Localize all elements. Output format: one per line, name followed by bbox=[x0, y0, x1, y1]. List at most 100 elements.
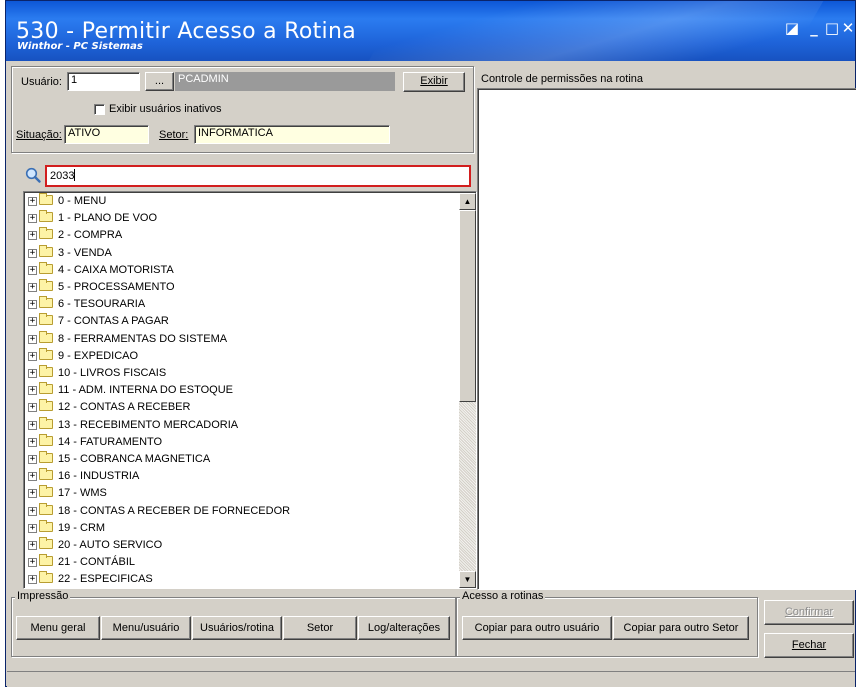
tree-item[interactable]: +8 - FERRAMENTAS DO SISTEMA bbox=[28, 330, 228, 346]
tree-item[interactable]: +7 - CONTAS A PAGAR bbox=[28, 313, 169, 328]
folder-icon bbox=[39, 210, 53, 223]
status-bar bbox=[7, 671, 855, 687]
close-icon[interactable]: ✕ bbox=[840, 21, 855, 36]
expand-icon[interactable]: + bbox=[28, 541, 37, 550]
user-lookup-button[interactable]: ... bbox=[145, 72, 174, 91]
tree-item-label: 16 - INDUSTRIA bbox=[58, 470, 140, 483]
tree-item[interactable]: +16 - INDUSTRIA bbox=[28, 468, 140, 483]
scroll-down-icon[interactable]: ▼ bbox=[459, 571, 476, 588]
user-code-field[interactable]: 1 bbox=[67, 72, 140, 91]
permissions-panel[interactable] bbox=[477, 88, 856, 590]
expand-icon[interactable]: + bbox=[28, 455, 37, 464]
tree-item[interactable]: +15 - COBRANCA MAGNETICA bbox=[28, 451, 211, 466]
tree-item[interactable]: +6 - TESOURARIA bbox=[28, 296, 145, 311]
scroll-up-icon[interactable]: ▲ bbox=[459, 193, 476, 210]
folder-icon bbox=[39, 468, 53, 481]
expand-icon[interactable]: + bbox=[28, 369, 37, 378]
expand-icon[interactable]: + bbox=[28, 351, 37, 361]
tree-item[interactable]: +10 - LIVROS FISCAIS bbox=[28, 365, 166, 380]
folder-icon bbox=[39, 416, 53, 429]
log-alteracoes-button[interactable]: Log/alterações bbox=[358, 616, 450, 640]
tree-item[interactable]: +1 - PLANO DE VOO bbox=[28, 210, 158, 225]
tree-item[interactable]: +19 - CRM bbox=[28, 519, 105, 535]
folder-icon bbox=[39, 451, 53, 463]
tree-item-label: 1 - PLANO DE VOO bbox=[58, 212, 158, 225]
copy-to-user-button[interactable]: Copiar para outro usuário bbox=[462, 616, 612, 640]
expand-icon[interactable]: + bbox=[28, 575, 37, 585]
tree-item-label: 5 - PROCESSAMENTO bbox=[58, 281, 175, 293]
usuarios-rotina-button[interactable]: Usuários/rotina bbox=[192, 616, 282, 640]
tree-item-label: 3 - VENDA bbox=[58, 246, 112, 259]
fechar-button[interactable]: Fechar bbox=[764, 633, 854, 658]
tree-item[interactable]: +3 - VENDA bbox=[28, 244, 112, 260]
tree-item[interactable]: +5 - PROCESSAMENTO bbox=[28, 279, 175, 294]
tree-item[interactable]: +20 - AUTO SERVICO bbox=[28, 537, 162, 552]
folder-icon bbox=[39, 313, 53, 326]
tree-item[interactable]: +21 - CONTÁBIL bbox=[28, 554, 135, 569]
tree-item[interactable]: +14 - FATURAMENTO bbox=[28, 433, 162, 449]
expand-icon[interactable]: + bbox=[28, 300, 37, 310]
expand-icon[interactable]: + bbox=[28, 489, 37, 499]
tree-item[interactable]: +18 - CONTAS A RECEBER DE FORNECEDOR bbox=[28, 502, 290, 518]
expand-icon[interactable]: + bbox=[28, 523, 37, 533]
folder-icon bbox=[39, 433, 53, 446]
tree-item[interactable]: +4 - CAIXA MOTORISTA bbox=[28, 261, 174, 277]
folder-icon bbox=[39, 261, 53, 274]
maximize-icon[interactable]: □ bbox=[824, 21, 840, 36]
expand-icon[interactable]: + bbox=[28, 265, 37, 275]
main-window: 530 - Permitir Acesso a Rotina Winthor -… bbox=[5, 0, 856, 687]
expand-icon[interactable]: + bbox=[28, 334, 37, 344]
acesso-title: Acesso a rotinas bbox=[460, 590, 546, 602]
expand-icon[interactable]: + bbox=[28, 403, 37, 413]
search-input[interactable]: 2033 bbox=[45, 165, 471, 187]
routine-tree[interactable]: +0 - MENU +1 - PLANO DE VOO +2 - COMPRA +3 … bbox=[23, 191, 477, 589]
copy-to-setor-label: Copiar para outro Setor bbox=[623, 622, 739, 634]
expand-icon[interactable]: + bbox=[28, 283, 37, 292]
expand-icon[interactable]: + bbox=[28, 214, 37, 224]
tree-item[interactable]: +0 - MENU bbox=[28, 193, 107, 208]
tree-item[interactable]: +2 - COMPRA bbox=[28, 227, 122, 242]
folder-icon bbox=[39, 554, 53, 567]
expand-icon[interactable]: + bbox=[28, 197, 37, 206]
show-inactive-checkbox[interactable] bbox=[94, 104, 105, 115]
situacao-field[interactable]: ATIVO bbox=[64, 125, 149, 144]
confirmar-button[interactable]: Confirmar bbox=[764, 600, 854, 625]
expand-icon[interactable]: + bbox=[28, 506, 37, 516]
tree-scrollbar[interactable]: ▲ ▼ bbox=[459, 193, 476, 588]
tree-item[interactable]: +11 - ADM. INTERNA DO ESTOQUE bbox=[28, 382, 234, 397]
restore-icon[interactable]: ◪ bbox=[784, 21, 800, 36]
folder-icon bbox=[39, 502, 53, 515]
tree-item[interactable]: +9 - EXPEDICAO bbox=[28, 347, 138, 363]
expand-icon[interactable]: + bbox=[28, 386, 37, 396]
expand-icon[interactable]: + bbox=[28, 248, 37, 258]
exibir-button[interactable]: Exibir bbox=[403, 72, 465, 92]
expand-icon[interactable]: + bbox=[28, 420, 37, 430]
tree-item-label: 8 - FERRAMENTAS DO SISTEMA bbox=[58, 332, 228, 345]
tree-item-label: 11 - ADM. INTERNA DO ESTOQUE bbox=[58, 384, 234, 397]
expand-icon[interactable]: + bbox=[28, 317, 37, 327]
menu-usuario-button[interactable]: Menu/usuário bbox=[101, 616, 191, 640]
setor-button[interactable]: Setor bbox=[283, 616, 357, 640]
copy-to-user-label: Copiar para outro usuário bbox=[474, 622, 600, 634]
tree-item[interactable]: +22 - ESPECIFICAS bbox=[28, 571, 153, 586]
user-name-field: PCADMIN bbox=[175, 72, 395, 91]
minimize-icon[interactable]: _ bbox=[806, 21, 822, 36]
tree-item[interactable]: +13 - RECEBIMENTO MERCADORIA bbox=[28, 416, 238, 432]
expand-icon[interactable]: + bbox=[28, 472, 37, 482]
tree-item-label: 0 - MENU bbox=[58, 195, 107, 207]
setor-field[interactable]: INFORMATICA bbox=[194, 125, 390, 144]
scroll-thumb[interactable] bbox=[459, 210, 476, 402]
copy-to-setor-button[interactable]: Copiar para outro Setor bbox=[613, 616, 749, 640]
user-label: Usuário: bbox=[21, 76, 62, 88]
expand-icon[interactable]: + bbox=[28, 558, 37, 568]
tree-item[interactable]: +12 - CONTAS A RECEBER bbox=[28, 399, 190, 414]
fechar-label: Fechar bbox=[791, 639, 827, 651]
tree-item-label: 15 - COBRANCA MAGNETICA bbox=[58, 453, 211, 465]
title-bar[interactable]: 530 - Permitir Acesso a Rotina Winthor -… bbox=[6, 1, 855, 61]
tree-item[interactable]: +17 - WMS bbox=[28, 485, 107, 500]
expand-icon[interactable]: + bbox=[28, 437, 37, 447]
permissions-title-text: Controle de permissões na rotina bbox=[481, 73, 644, 85]
folder-icon bbox=[39, 227, 53, 240]
expand-icon[interactable]: + bbox=[28, 231, 37, 241]
menu-geral-button[interactable]: Menu geral bbox=[16, 616, 100, 640]
